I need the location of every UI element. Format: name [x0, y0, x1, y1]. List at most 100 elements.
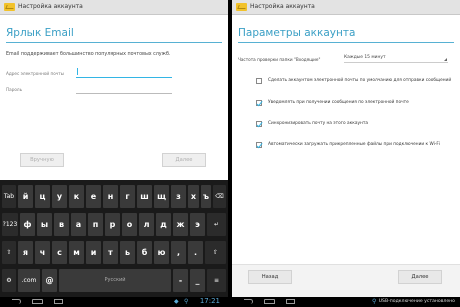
navigation-bar: ⚲ USB-подключение установлено	[232, 297, 460, 307]
option-label: Автоматически загружать прикрепленные фа…	[268, 142, 440, 147]
key[interactable]: ф	[20, 213, 35, 236]
action-bar-title: Настройка аккаунта	[250, 3, 315, 10]
key[interactable]: ц	[35, 185, 50, 208]
key[interactable]: в	[54, 213, 69, 236]
navigation-bar: ◆ ⚲ 17:21	[0, 297, 228, 307]
title-divider	[238, 42, 454, 43]
checkbox-unchecked-icon[interactable]	[256, 78, 262, 84]
key[interactable]: ю	[154, 241, 169, 264]
option-label: Сделать аккаунтом электронной почты по у…	[268, 78, 452, 83]
dotcom-key[interactable]: .com	[18, 269, 40, 292]
key[interactable]: а	[71, 213, 86, 236]
key[interactable]: ъ	[201, 185, 211, 208]
action-bar: Настройка аккаунта	[232, 0, 460, 15]
key-symbols[interactable]: ?123	[2, 213, 18, 236]
manual-setup-button[interactable]: Вручную	[20, 153, 64, 167]
recent-apps-icon[interactable]	[54, 299, 63, 304]
key[interactable]: и	[86, 241, 101, 264]
action-bar-title: Настройка аккаунта	[18, 3, 83, 10]
key[interactable]: я	[18, 241, 33, 264]
checkbox-checked-icon[interactable]	[256, 100, 262, 106]
password-label: Пароль	[6, 87, 23, 92]
page-title: Параметры аккаунта	[238, 27, 356, 39]
key[interactable]: й	[18, 185, 33, 208]
key[interactable]: с	[52, 241, 67, 264]
check-frequency-value: Каждые 15 минут	[344, 55, 386, 60]
key[interactable]: ч	[35, 241, 50, 264]
home-icon[interactable]	[264, 299, 275, 304]
left-screen: Настройка аккаунта Ярлык Email Email под…	[0, 0, 228, 307]
check-frequency-spinner[interactable]: Каждые 15 минут	[344, 55, 448, 63]
check-frequency-label: Частота проверки папки "Входящие"	[238, 57, 321, 62]
key[interactable]: -	[173, 269, 188, 292]
key[interactable]: т	[103, 241, 118, 264]
keyboard-row-2: ?123 ф ы в а п р о л д ж э ↵	[0, 211, 228, 238]
enter-key[interactable]: ↵	[207, 213, 226, 236]
on-screen-keyboard: Tab й ц у к е н г ш щ з х ъ ⌫ ?123 ф ы в…	[0, 180, 228, 297]
keyboard-row-4: ⚙ .com @ Русский - _ ≡	[0, 267, 228, 294]
backspace-key[interactable]: ⌫	[213, 185, 226, 208]
intro-text: Email поддерживает большинство популярны…	[6, 52, 171, 57]
settings-key[interactable]: ⚙	[2, 269, 16, 292]
dropdown-arrow-icon	[444, 58, 447, 61]
keyboard-row-3: ⇧ я ч с м и т ь б ю , . ⇧	[0, 239, 228, 266]
back-icon[interactable]	[244, 299, 253, 304]
text-cursor	[77, 68, 78, 75]
key[interactable]: м	[69, 241, 84, 264]
usb-icon: ⚲	[372, 298, 377, 305]
keyboard-row-1: Tab й ц у к е н г ш щ з х ъ ⌫	[0, 183, 228, 210]
back-icon[interactable]	[12, 299, 21, 304]
key[interactable]: ж	[173, 213, 188, 236]
key[interactable]: ь	[120, 241, 135, 264]
key[interactable]: ,	[171, 241, 186, 264]
checkbox-checked-icon[interactable]	[256, 121, 262, 127]
key[interactable]: г	[120, 185, 135, 208]
key[interactable]: п	[88, 213, 103, 236]
key[interactable]: р	[105, 213, 120, 236]
usb-icon: ⚲	[184, 298, 189, 305]
key[interactable]: х	[188, 185, 199, 208]
key[interactable]: н	[103, 185, 118, 208]
key[interactable]: ы	[37, 213, 52, 236]
next-button[interactable]: Далее	[398, 270, 442, 284]
key[interactable]: ш	[137, 185, 152, 208]
key[interactable]: е	[86, 185, 101, 208]
wifi-icon: ◆	[174, 298, 179, 305]
emoji-key[interactable]: ≡	[207, 269, 226, 292]
next-button[interactable]: Далее	[162, 153, 206, 167]
space-key[interactable]: Русский	[59, 269, 171, 292]
recent-apps-icon[interactable]	[286, 299, 295, 304]
shift-key[interactable]: ⇧	[2, 241, 16, 264]
checkbox-checked-icon[interactable]	[256, 142, 262, 148]
email-app-icon	[4, 3, 15, 11]
at-key[interactable]: @	[42, 269, 57, 292]
password-field[interactable]	[76, 93, 172, 94]
home-icon[interactable]	[32, 299, 43, 304]
key[interactable]: д	[156, 213, 171, 236]
key[interactable]: к	[69, 185, 84, 208]
action-bar: Настройка аккаунта	[0, 0, 228, 15]
button-bar: Назад Далее	[232, 264, 460, 297]
key[interactable]: з	[171, 185, 186, 208]
page-title: Ярлык Email	[6, 27, 74, 39]
key[interactable]: .	[188, 241, 203, 264]
key[interactable]: б	[137, 241, 152, 264]
key[interactable]: щ	[154, 185, 169, 208]
key[interactable]: _	[190, 269, 205, 292]
usb-notification: USB-подключение установлено	[378, 298, 455, 304]
key[interactable]: о	[122, 213, 137, 236]
email-label: Адрес электронной почты	[6, 71, 64, 76]
email-app-icon	[236, 3, 247, 11]
key[interactable]: э	[190, 213, 205, 236]
right-screen: Настройка аккаунта Параметры аккаунта Ча…	[232, 0, 460, 307]
option-label: Уведомлять при получении сообщения по эл…	[268, 100, 409, 105]
option-label: Синхронизировать почту на этого аккаунта	[268, 121, 368, 126]
back-button[interactable]: Назад	[248, 270, 292, 284]
key[interactable]: у	[52, 185, 67, 208]
key-tab[interactable]: Tab	[2, 185, 16, 208]
clock: 17:21	[199, 297, 220, 305]
key[interactable]: л	[139, 213, 154, 236]
email-field[interactable]	[76, 77, 172, 78]
shift-key-right[interactable]: ⇧	[205, 241, 226, 264]
title-divider	[6, 42, 222, 43]
